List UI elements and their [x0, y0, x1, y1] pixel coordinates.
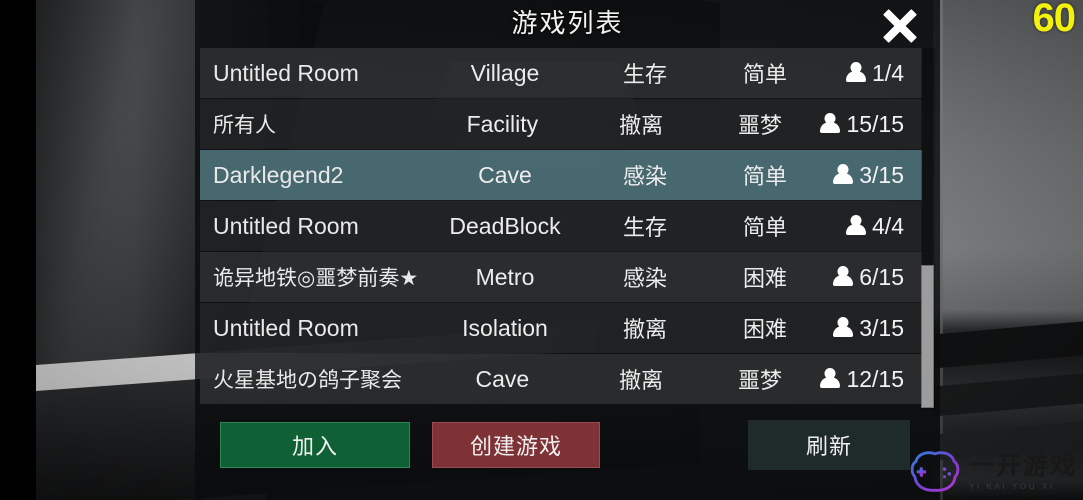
room-difficulty-cell: 简单	[742, 164, 787, 189]
room-players-cell: 3/15	[825, 315, 922, 342]
room-map-cell: Village	[470, 59, 540, 86]
table-row[interactable]: 火星基地の鸽子聚会 Cave 撤离 噩梦 12/15	[200, 354, 922, 404]
room-difficulty-cell: 噩梦	[737, 368, 782, 393]
room-mode-cell: 生存	[622, 62, 667, 87]
room-players-cell: 6/15	[825, 264, 922, 291]
refresh-button[interactable]: 刷新	[748, 420, 910, 470]
room-map-cell: Cave	[478, 161, 532, 188]
room-mode-cell: 撤离	[619, 368, 664, 393]
room-players-count: 3/15	[859, 161, 904, 188]
brain-gamepad-logo-icon	[910, 451, 960, 492]
room-players-cell: 12/15	[819, 366, 922, 393]
table-row[interactable]: Darklegend2 Cave 感染 简单 3/15	[200, 150, 922, 200]
room-difficulty-cell: 简单	[742, 62, 787, 87]
room-name-cell: 所有人	[213, 114, 276, 137]
person-icon	[832, 163, 854, 187]
room-mode-cell: 生存	[622, 215, 667, 240]
room-mode-cell: 撤离	[619, 113, 664, 138]
create-game-button[interactable]: 创建游戏	[432, 422, 600, 468]
person-icon	[845, 61, 867, 85]
room-players-count: 6/15	[859, 263, 904, 290]
room-name-cell: Untitled Room	[213, 212, 359, 239]
table-row[interactable]: Untitled Room DeadBlock 生存 简单 4/4	[200, 201, 922, 251]
table-row[interactable]: Untitled Room Village 生存 简单 1/4	[200, 48, 922, 98]
person-icon-body	[820, 377, 841, 388]
room-name-cell: 火星基地の鸽子聚会	[213, 369, 402, 392]
room-players-count: 4/4	[872, 212, 904, 239]
watermark: 一开游戏 YI KAI YOU XI	[910, 450, 1077, 494]
room-mode-cell: 感染	[622, 266, 667, 291]
table-row[interactable]: 所有人 Facility 撤离 噩梦 15/15	[200, 99, 922, 149]
person-icon-body	[833, 173, 854, 184]
person-icon-body	[846, 71, 867, 82]
room-mode-cell: 感染	[622, 164, 667, 189]
game-screen: 60 游戏列表 Untitled Room Village 生存 简单 1/4 所有人 Fa…	[0, 0, 1083, 500]
room-players-cell: 15/15	[819, 111, 922, 138]
person-icon-body	[833, 326, 854, 337]
table-row[interactable]: 诡异地铁◎噩梦前奏★ Metro 感染 困难 6/15	[200, 252, 922, 302]
person-icon	[819, 367, 841, 391]
room-map-cell: Metro	[475, 263, 535, 290]
room-players-count: 1/4	[872, 59, 904, 86]
room-players-cell: 3/15	[825, 162, 922, 189]
room-players-count: 12/15	[846, 365, 904, 392]
room-mode-cell: 撤离	[622, 317, 667, 342]
close-icon[interactable]	[877, 4, 923, 48]
person-icon	[832, 316, 854, 340]
room-map-cell: Isolation	[462, 314, 548, 341]
scrollbar-thumb[interactable]	[921, 265, 934, 408]
person-icon-body	[846, 224, 867, 235]
room-name-cell: Darklegend2	[213, 161, 344, 188]
table-row[interactable]: Untitled Room Isolation 撤离 困难 3/15	[200, 303, 922, 353]
room-name-cell: Untitled Room	[213, 314, 359, 341]
person-icon-body	[820, 122, 841, 133]
room-players-count: 3/15	[859, 314, 904, 341]
dialog-title: 游戏列表	[511, 8, 624, 38]
join-button[interactable]: 加入	[220, 422, 410, 468]
watermark-text: 一开游戏 YI KAI YOU XI	[968, 451, 1077, 491]
room-difficulty-cell: 困难	[742, 317, 787, 342]
person-icon-body	[833, 275, 854, 286]
person-icon	[832, 265, 854, 289]
room-players-cell: 4/4	[825, 213, 922, 240]
room-map-cell: Facility	[466, 110, 539, 137]
room-difficulty-cell: 困难	[742, 266, 787, 291]
room-difficulty-cell: 简单	[742, 215, 787, 240]
watermark-title: 一开游戏	[968, 451, 1077, 480]
room-difficulty-cell: 噩梦	[737, 113, 782, 138]
fps-counter: 60	[1032, 0, 1076, 40]
room-map-cell: Cave	[475, 365, 530, 392]
person-icon	[845, 214, 867, 238]
room-players-count: 15/15	[846, 110, 904, 137]
game-list-dialog: 游戏列表 Untitled Room Village 生存 简单 1/4 所有人 Facil…	[195, 0, 940, 500]
room-players-cell: 1/4	[825, 60, 922, 87]
scrollbar-track[interactable]	[921, 48, 935, 410]
room-list[interactable]: Untitled Room Village 生存 简单 1/4 所有人 Facility 撤离…	[200, 48, 922, 410]
room-map-cell: DeadBlock	[449, 212, 561, 239]
room-name-cell: 诡异地铁◎噩梦前奏★	[213, 267, 419, 290]
room-name-cell: Untitled Room	[213, 59, 359, 86]
person-icon	[819, 112, 841, 136]
watermark-subtitle: YI KAI YOU XI	[968, 481, 1055, 491]
